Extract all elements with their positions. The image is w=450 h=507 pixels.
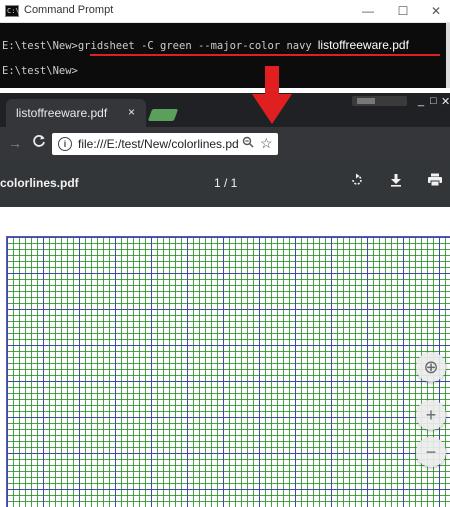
cmd-command: gridsheet -C green --major-color navy — [77, 40, 312, 52]
download-icon[interactable] — [389, 173, 403, 191]
highlight-underline — [90, 54, 440, 56]
pdf-page-indicator: 1 / 1 — [214, 176, 238, 190]
tab-close-icon[interactable]: × — [128, 105, 135, 119]
zoom-in-button[interactable]: + — [416, 400, 446, 430]
cmd-line-1: E:\test\New>gridsheet -C green --major-c… — [2, 38, 409, 52]
cmd-output-filename: listoffreeware.pdf — [317, 38, 409, 52]
zoom-out-button[interactable]: − — [416, 437, 446, 467]
pdf-document-title: colorlines.pdf — [0, 176, 79, 190]
tab-listoffreeware[interactable]: listoffreeware.pdf × — [6, 99, 146, 127]
info-icon[interactable]: i — [58, 137, 72, 151]
browser-toolbar: → i file:///E:/test/New/colorlines.pdf ☆ — [0, 127, 450, 163]
maximize-button[interactable]: ☐ — [393, 3, 413, 19]
red-down-arrow-icon — [252, 66, 292, 124]
cmd-app-icon: C:\ — [5, 5, 20, 17]
browser-tab-bar: listoffreeware.pdf × _ □ ✕ — [0, 93, 450, 127]
address-bar[interactable]: i file:///E:/test/New/colorlines.pdf ☆ — [52, 133, 278, 155]
command-prompt-window: C:\ Command Prompt — ☐ ✕ E:\test\New>gri… — [0, 0, 450, 88]
tab-title: listoffreeware.pdf — [16, 106, 108, 120]
cmd-scrollbar[interactable] — [446, 23, 450, 88]
cmd-window-title: Command Prompt — [24, 4, 114, 16]
cmd-title-bar[interactable]: C:\ Command Prompt — ☐ ✕ — [0, 0, 450, 23]
forward-arrow-icon[interactable]: → — [8, 135, 22, 151]
pdf-toolbar: colorlines.pdf 1 / 1 — [0, 163, 450, 207]
rotate-icon[interactable] — [350, 173, 364, 191]
cmd-line-2: E:\test\New> — [2, 65, 78, 77]
zoom-icon[interactable] — [242, 136, 254, 151]
fit-page-button[interactable]: ⊕ — [416, 352, 446, 382]
reload-icon[interactable] — [32, 134, 46, 152]
url-text[interactable]: file:///E:/test/New/colorlines.pdf — [78, 137, 238, 151]
browser-minimize-button[interactable]: _ — [418, 95, 424, 107]
browser-maximize-button[interactable]: □ — [430, 95, 437, 107]
pdf-page-grid[interactable] — [6, 236, 450, 507]
print-icon[interactable] — [427, 173, 443, 191]
new-tab-button[interactable] — [147, 109, 179, 121]
window-avatar-icon[interactable] — [352, 95, 407, 110]
star-icon[interactable]: ☆ — [260, 135, 273, 152]
minimize-button[interactable]: — — [358, 3, 378, 19]
browser-close-button[interactable]: ✕ — [441, 95, 450, 108]
close-button[interactable]: ✕ — [426, 3, 446, 19]
cmd-prompt: E:\test\New> — [2, 40, 78, 52]
